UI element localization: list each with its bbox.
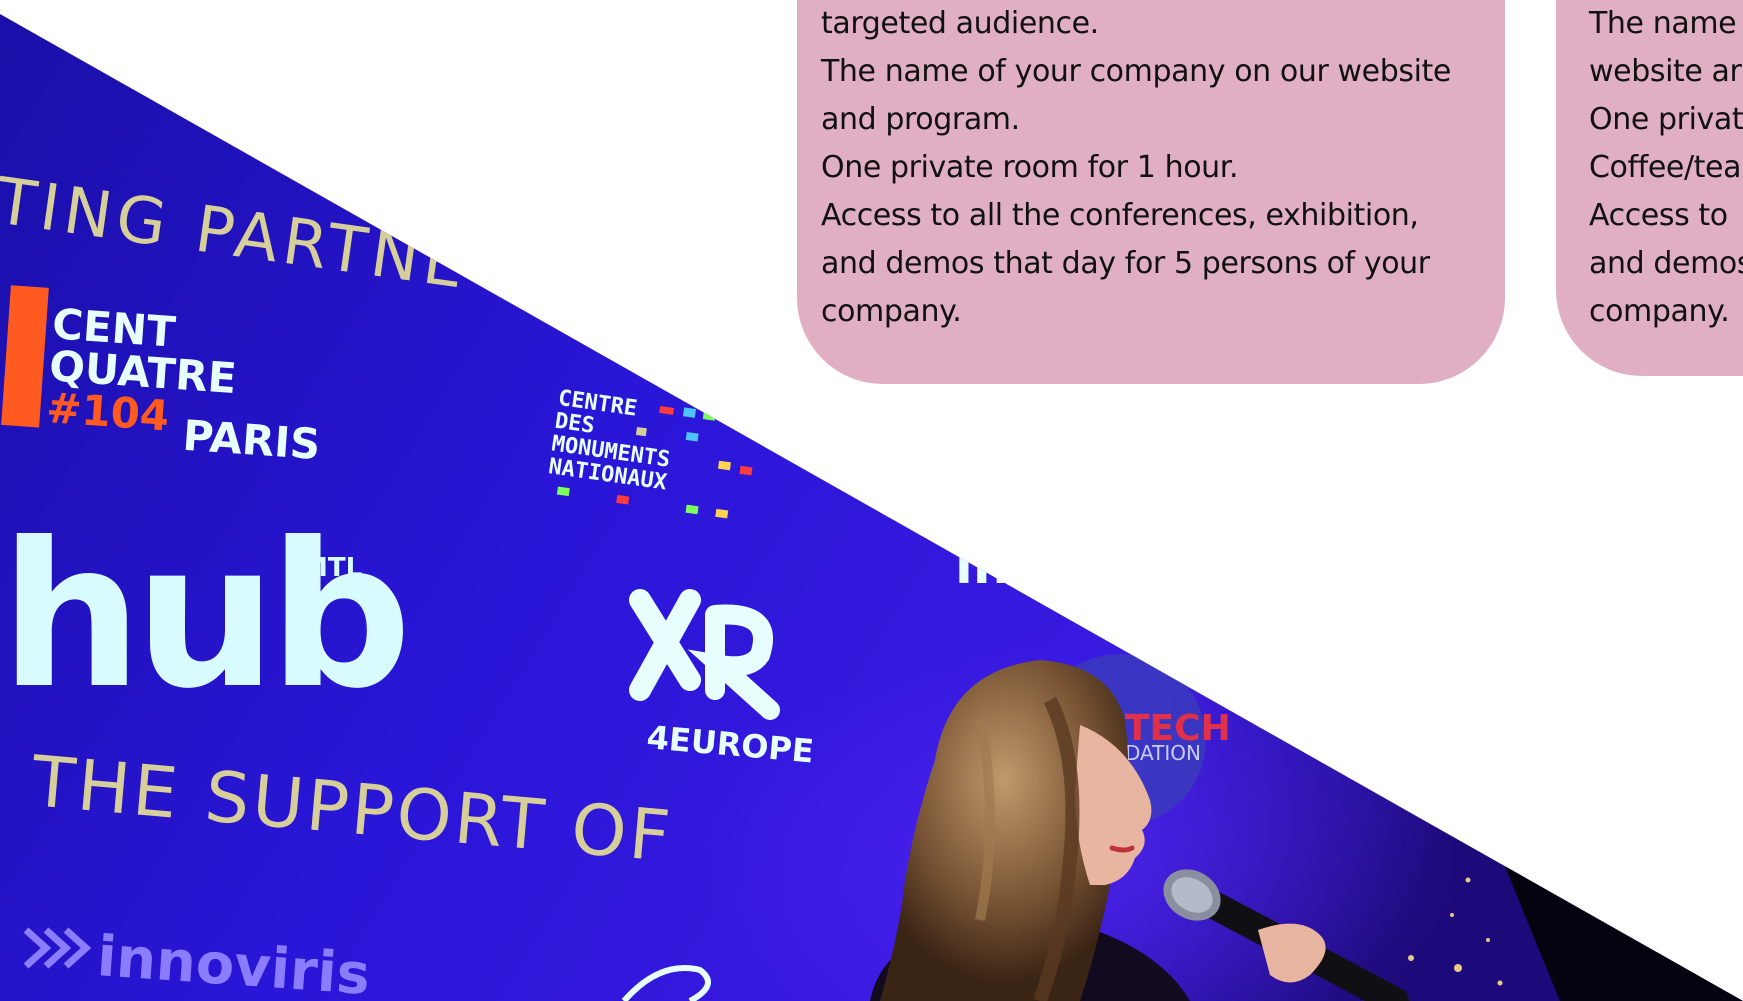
hub-mtl-logo: hub MTL [0, 500, 412, 733]
card-text-line: One private room for 1 hour. [821, 150, 1239, 185]
card-text-line: Coffee/tea [1589, 150, 1742, 185]
svg-text:#104: #104 [45, 383, 171, 440]
card-text-line: One privat [1589, 102, 1743, 137]
svg-text:hub: hub [0, 500, 404, 733]
card-text-line: targeted audience. [821, 6, 1099, 41]
card-text-line: Access to [1589, 198, 1728, 233]
svg-text:DATION: DATION [1125, 741, 1201, 765]
card-text-line: and demos [1589, 246, 1743, 281]
svg-text:PARIS: PARIS [181, 411, 322, 469]
card-text-line: company. [1589, 294, 1730, 329]
card-text-line: website ar [1589, 54, 1742, 89]
sponsor-package-card-partial: The name website ar One privat Coffee/te… [1556, 0, 1743, 376]
sponsor-package-card: targeted audience. The name of your comp… [797, 0, 1505, 384]
svg-text:MTL: MTL [302, 553, 362, 583]
card-text-line: and demos that day for 5 persons of your [821, 246, 1430, 281]
card-text-line: The name [1589, 6, 1737, 41]
card-text-line: Access to all the conferences, exhibitio… [821, 198, 1419, 233]
card-text-line: and program. [821, 102, 1020, 137]
card-text-line: The name of your company on our website [821, 54, 1451, 89]
partial-logo-text: inn [955, 536, 1047, 596]
card-text-line: company. [821, 294, 962, 329]
